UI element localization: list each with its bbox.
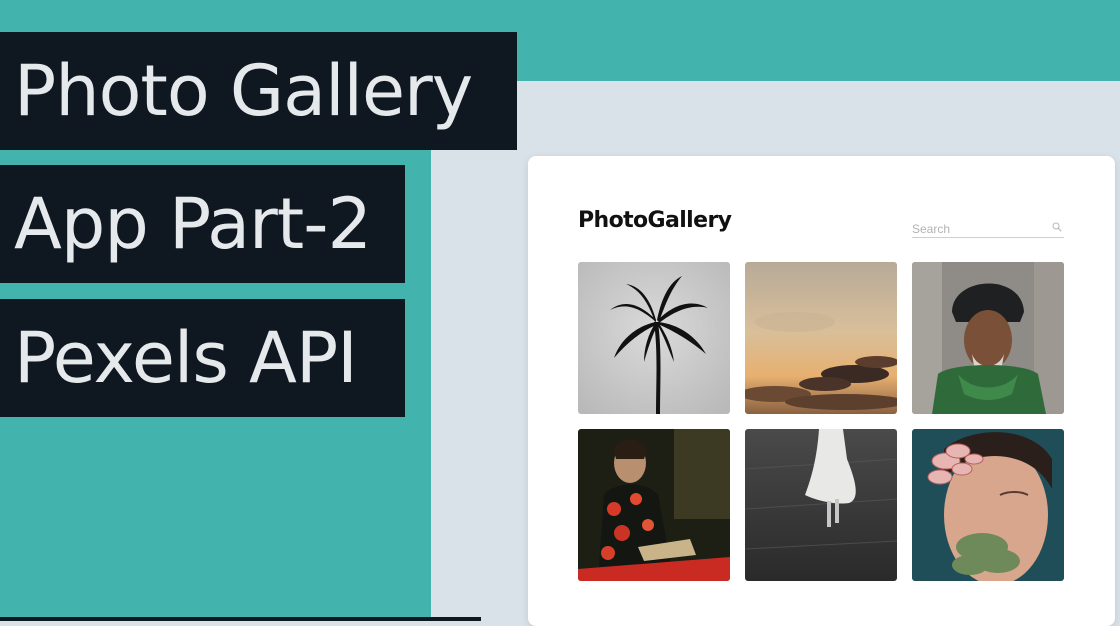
app-brand-logo[interactable]: PhotoGallery bbox=[578, 208, 732, 233]
bottom-divider bbox=[0, 617, 481, 621]
photo-woman-walking[interactable] bbox=[745, 429, 897, 581]
photo-face-petals[interactable] bbox=[912, 429, 1064, 581]
title-line-1: Photo Gallery bbox=[0, 32, 517, 150]
photo-woman-reading[interactable] bbox=[578, 429, 730, 581]
search-bar bbox=[912, 220, 1064, 238]
search-input[interactable] bbox=[912, 221, 1048, 237]
photo-sunset-clouds[interactable] bbox=[745, 262, 897, 414]
title-line-2: App Part-2 bbox=[0, 165, 405, 283]
gallery-app-card: PhotoGallery bbox=[528, 156, 1115, 626]
photo-man-turban[interactable] bbox=[912, 262, 1064, 414]
photo-palm-tree[interactable] bbox=[578, 262, 730, 414]
title-line-3: Pexels API bbox=[0, 299, 405, 417]
search-icon[interactable] bbox=[1052, 222, 1062, 232]
